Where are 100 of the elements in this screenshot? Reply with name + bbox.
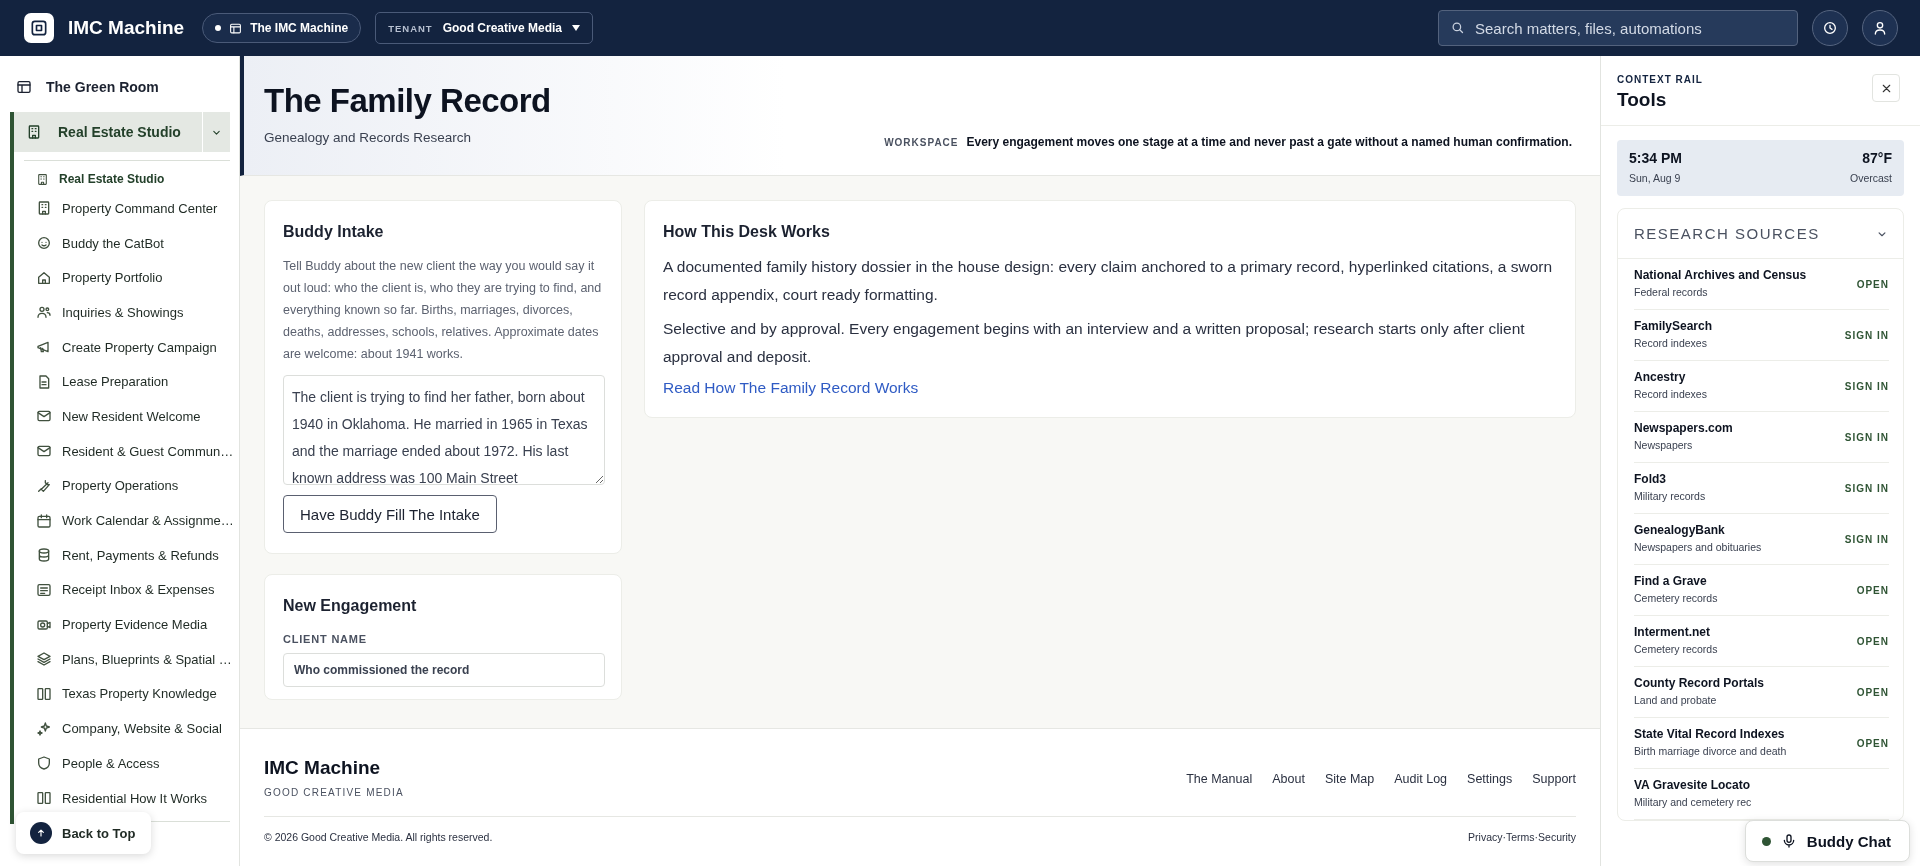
sidebar-item[interactable]: Property Portfolio	[24, 260, 230, 296]
document-icon	[36, 373, 52, 390]
sidebar-item[interactable]: Plans, Blueprints & Spatial …	[24, 641, 230, 677]
sidebar-item[interactable]: Lease Preparation	[24, 364, 230, 400]
sidebar-item[interactable]: Buddy the CatBot	[24, 225, 230, 261]
footer-link[interactable]: Settings	[1467, 772, 1513, 786]
card-title: Buddy Intake	[283, 223, 384, 241]
source-description: Military and cemetery rec	[1634, 796, 1752, 808]
sidebar-item[interactable]: Property Command Center	[24, 191, 230, 226]
sidebar-item[interactable]: Work Calendar & Assignme…	[24, 503, 230, 538]
brand-name: IMC Machine	[68, 17, 185, 39]
source-name: County Record Portals	[1634, 676, 1765, 690]
footer-link[interactable]: About	[1272, 772, 1305, 786]
weather-condition: Overcast	[1850, 172, 1892, 184]
source-name: State Vital Record Indexes	[1634, 727, 1786, 741]
sidebar-item[interactable]: Texas Property Knowledge	[24, 676, 230, 712]
source-action-button[interactable]: OPEN	[1856, 635, 1889, 647]
card-paragraph: Selective and by approval. Every engagement begins with an interview and a written proposal; research starts only after client approval and deposit.	[663, 319, 1526, 367]
source-action-button[interactable]: OPEN	[1856, 737, 1889, 749]
wrench-icon	[36, 477, 52, 494]
house-icon	[36, 269, 52, 286]
back-to-top-button[interactable]: Back to Top	[16, 812, 152, 854]
footer-link[interactable]: Site Map	[1324, 772, 1375, 786]
source-action-button[interactable]: SIGN IN	[1844, 329, 1889, 341]
legal-links[interactable]: Privacy·Terms·Security	[1468, 831, 1576, 843]
source-name: Newspapers.com	[1634, 421, 1733, 435]
building-icon	[26, 124, 42, 140]
status-dot	[1761, 836, 1771, 846]
client-name-field[interactable]: Who commissioned the record	[283, 653, 605, 687]
source-action-button[interactable]: OPEN	[1856, 686, 1889, 698]
sidebar-item[interactable]: New Resident Welcome	[24, 399, 230, 434]
layout-icon	[16, 79, 32, 95]
person-icon	[1872, 20, 1888, 36]
search-field[interactable]: Search matters, files, automations	[1438, 10, 1798, 46]
temperature: 87°F	[1861, 150, 1892, 166]
layers-icon	[36, 651, 52, 668]
intake-instructions: Tell Buddy about the new client the way you would say it out loud: who the client is, who they are trying to find, and everything known so far. Births, marriages, divorces, deaths, addresses, schools, relatives. Approximate dates are welcome: about 1941 works.	[283, 258, 603, 363]
intake-textarea[interactable]: The client is trying to find her father, born about 1940 in Oklahoma. He married in 1965 in Texas and the marriage ended about 1972. His last known address was 100 Main Street	[283, 375, 605, 485]
fill-intake-button[interactable]: Have Buddy Fill The Intake	[283, 495, 497, 533]
sidebar-item[interactable]: Create Property Campaign	[24, 329, 230, 365]
sidebar-item[interactable]: Property Operations	[24, 468, 230, 504]
source-name: Fold3	[1634, 472, 1667, 486]
profile-button[interactable]	[1862, 10, 1898, 46]
source-name: Find a Grave	[1634, 574, 1708, 588]
panel-title: RESEARCH SOURCES	[1634, 225, 1820, 242]
read-more-link[interactable]: Read How The Family Record Works	[663, 379, 919, 397]
sidebar-item[interactable]: Company, Website & Social	[24, 711, 230, 746]
source-name: GenealogyBank	[1634, 523, 1726, 537]
calendar-icon	[36, 512, 52, 529]
source-description: Newspapers	[1634, 439, 1693, 451]
sidebar-item[interactable]: Rent, Payments & Refunds	[24, 537, 230, 573]
source-name: Ancestry	[1634, 370, 1687, 384]
footer-link[interactable]: The Manual	[1186, 772, 1253, 786]
source-description: Military records	[1634, 490, 1706, 502]
sidebar-item[interactable]: Inquiries & Showings	[24, 295, 230, 330]
page-title: The Family Record	[264, 82, 552, 120]
workspace-pill[interactable]: The IMC Machine	[202, 13, 362, 43]
buddy-chat-button[interactable]: Buddy Chat	[1744, 820, 1910, 862]
book-icon	[36, 685, 52, 702]
source-action-button[interactable]: OPEN	[1856, 584, 1889, 596]
footer-brand: IMC Machine	[264, 757, 382, 779]
page-subtitle: Genealogy and Records Research	[264, 130, 472, 145]
sidebar-item[interactable]: The Green Room	[0, 72, 239, 102]
source-description: Federal records	[1634, 286, 1708, 298]
face-icon	[36, 235, 52, 252]
source-description: Land and probate	[1634, 694, 1717, 706]
building-icon	[36, 172, 49, 186]
building-icon	[36, 200, 52, 217]
source-name: FamilySearch	[1634, 319, 1713, 333]
source-action-button[interactable]: OPEN	[1856, 278, 1889, 290]
field-label: CLIENT NAME	[283, 633, 368, 645]
source-name: Interment.net	[1634, 625, 1711, 639]
source-name: National Archives and Census	[1634, 268, 1807, 282]
layout-icon	[229, 21, 243, 35]
sidebar-item[interactable]: People & Access	[24, 746, 230, 781]
logo-icon[interactable]	[24, 13, 54, 43]
workspace-label: WORKSPACE	[884, 137, 959, 148]
card-paragraph: A documented family history dossier in the house design: every claim anchored to a primary record, hyperlinked citations, a sworn record appendix, court ready formatting.	[663, 257, 1554, 305]
date-text: Sun, Aug 9	[1629, 172, 1681, 184]
source-action-button[interactable]: SIGN IN	[1844, 482, 1889, 494]
source-description: Cemetery records	[1634, 643, 1718, 655]
sidebar-item[interactable]: Receipt Inbox & Expenses	[24, 572, 230, 608]
tenant-dropdown[interactable]: TENANT Good Creative Media	[375, 12, 594, 44]
footer-link[interactable]: Audit Log	[1394, 772, 1448, 786]
sidebar-item[interactable]: Property Evidence Media	[24, 607, 230, 642]
sidebar-item[interactable]: Resident & Guest Commun…	[24, 433, 230, 469]
app-logo-icon	[29, 18, 49, 38]
sparkle-icon	[36, 720, 52, 737]
sidebar-item[interactable]: Real Estate Studio	[24, 167, 230, 191]
card-title: How This Desk Works	[663, 223, 830, 241]
source-action-button[interactable]: SIGN IN	[1844, 431, 1889, 443]
source-action-button[interactable]: SIGN IN	[1844, 380, 1889, 392]
source-description: Cemetery records	[1634, 592, 1718, 604]
receipt-icon	[36, 581, 52, 598]
card-title: New Engagement	[283, 597, 417, 615]
footer-link[interactable]: Support	[1532, 772, 1576, 786]
source-action-button[interactable]: SIGN IN	[1844, 533, 1889, 545]
source-description: Record indexes	[1634, 388, 1707, 400]
history-button[interactable]	[1812, 10, 1848, 46]
rail-eyebrow: CONTEXT RAIL	[1617, 74, 1703, 85]
